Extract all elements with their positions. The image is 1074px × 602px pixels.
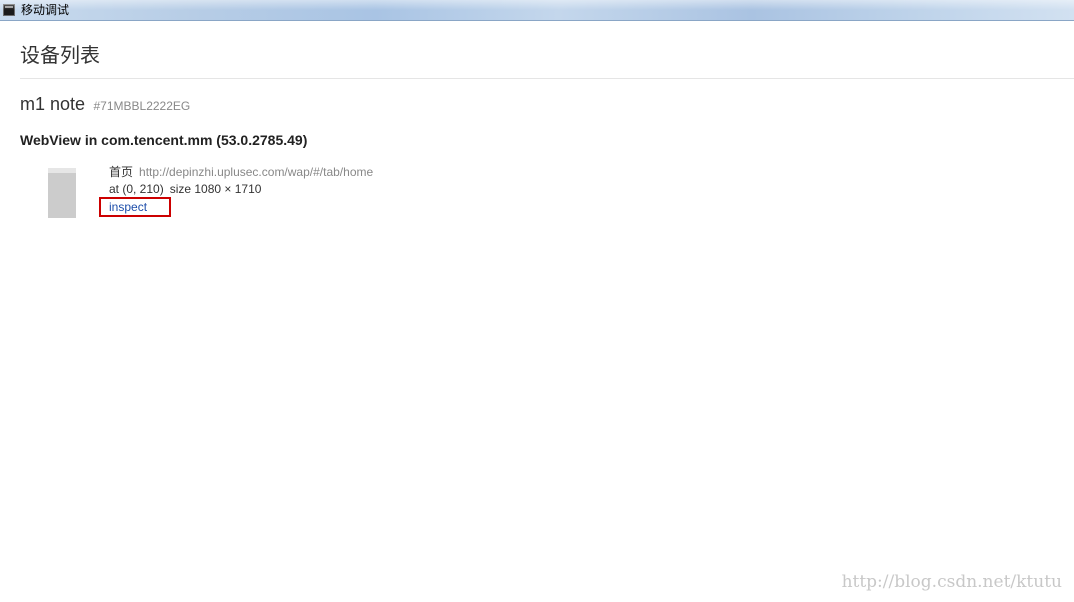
webview-title: WebView in com.tencent.mm (53.0.2785.49)	[20, 132, 308, 148]
device-name: m1 note	[20, 94, 86, 114]
inspect-link[interactable]: inspect	[109, 199, 147, 215]
watermark: http://blog.csdn.net/ktutu	[841, 572, 1062, 592]
heading-divider	[20, 78, 1074, 79]
window-titlebar[interactable]: 移动调试	[0, 0, 1074, 21]
page-title-text: 首页	[109, 165, 134, 179]
devtools-inspect-page: 移动调试 设备列表 m1 note #71MBBL2222EG WebView …	[0, 0, 1074, 602]
page-info-title-row: 首页 http://depinzhi.uplusec.com/wap/#/tab/…	[109, 164, 373, 180]
page-title: 设备列表	[20, 45, 100, 67]
device-serial: #71MBBL2222EG	[93, 99, 191, 113]
window-title: 移动调试	[21, 3, 70, 17]
page-geometry-row: at (0, 210) size 1080 × 1710	[109, 181, 261, 197]
page-thumbnail	[48, 168, 76, 218]
console-window-icon	[3, 4, 15, 16]
device-header: m1 note #71MBBL2222EG	[20, 94, 190, 115]
page-size: size 1080 × 1710	[169, 182, 262, 196]
page-url: http://depinzhi.uplusec.com/wap/#/tab/ho…	[139, 165, 374, 179]
page-position: at (0, 210)	[109, 182, 164, 196]
